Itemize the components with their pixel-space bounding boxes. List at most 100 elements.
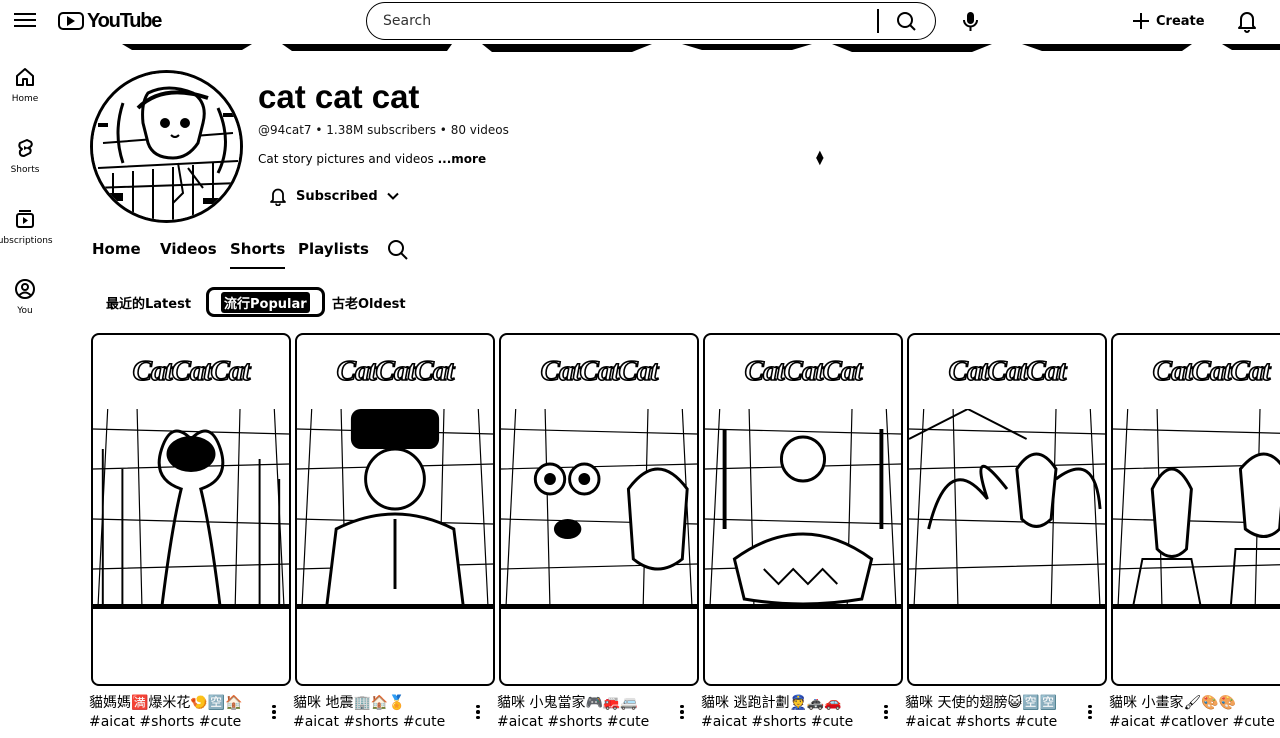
thumbnail-brand-text: CatCatCat — [948, 354, 1067, 388]
rail-label: Subscriptions — [0, 236, 53, 246]
channel-handle: @94cat7 — [258, 123, 312, 137]
bell-icon — [1238, 12, 1256, 33]
search-box — [366, 2, 936, 40]
short-hashtags: #aicat #catlover #cute — [1109, 714, 1275, 730]
short-card[interactable]: CatCatCat — [1111, 333, 1280, 686]
more-actions-icon[interactable] — [880, 700, 892, 724]
short-title[interactable]: 貓咪 天使的翅膀😺🈳🈳 #aicat #shorts #cute — [905, 694, 1080, 732]
sort-arrows-icon: ▲ ▼ — [816, 149, 824, 167]
short-title-line: 貓咪 小畫家🖌🎨🎨 — [1109, 695, 1237, 711]
home-icon — [16, 68, 34, 86]
more-actions-icon[interactable] — [1084, 700, 1096, 724]
short-hashtags: #aicat #shorts #cute — [89, 714, 242, 730]
short-title[interactable]: 貓咪 逃跑計劃👮🚓🚗 #aicat #shorts #cute — [701, 694, 876, 732]
tab-playlists[interactable]: Playlists — [298, 240, 369, 258]
short-title[interactable]: 貓咪 小畫家🖌🎨🎨 #aicat #catlover #cute — [1109, 694, 1280, 732]
short-title-line: 貓媽媽🈵爆米花🍤🈳🏠 — [89, 695, 243, 711]
rail-label: Shorts — [10, 165, 40, 175]
short-thumbnail — [297, 409, 493, 609]
channel-meta: @94cat7 • 1.38M subscribers • 80 videos — [258, 123, 509, 137]
channel-title: cat cat cat — [258, 78, 420, 115]
chip-popular[interactable]: 流行Popular — [206, 287, 325, 317]
chip-latest[interactable]: 最近的Latest — [94, 287, 203, 317]
chip-label: 最近的Latest — [106, 296, 192, 312]
search-button[interactable] — [889, 7, 925, 35]
short-thumbnail — [909, 409, 1105, 609]
thumbnail-brand-text: CatCatCat — [540, 354, 659, 388]
chip-label: 流行Popular — [221, 291, 310, 313]
channel-avatar-image — [93, 73, 240, 220]
tab-shorts[interactable]: Shorts — [230, 240, 286, 269]
subscriptions-icon — [16, 210, 34, 228]
subscribed-label: Subscribed — [296, 188, 378, 204]
short-title-line: 貓咪 天使的翅膀😺🈳🈳 — [905, 695, 1057, 711]
rail-item-you[interactable]: You — [0, 278, 50, 316]
more-actions-icon[interactable] — [268, 700, 280, 724]
short-thumbnail — [501, 409, 697, 609]
tab-videos[interactable]: Videos — [160, 240, 217, 258]
search-icon — [388, 240, 408, 260]
tab-home[interactable]: Home — [92, 240, 141, 258]
menu-icon[interactable] — [14, 10, 36, 30]
logo-text: YouTube — [87, 9, 162, 32]
thumbnail-brand-text: CatCatCat — [132, 354, 251, 388]
short-thumbnail — [93, 409, 289, 609]
youtube-logo[interactable]: YouTube — [58, 9, 162, 33]
notifications-button[interactable] — [1234, 8, 1260, 34]
short-title[interactable]: 貓媽媽🈵爆米花🍤🈳🏠 #aicat #shorts #cute — [89, 694, 264, 732]
short-title[interactable]: 貓咪 小鬼當家🎮🚒🚐 #aicat #shorts #cute — [497, 694, 672, 732]
rail-item-shorts[interactable]: Shorts — [0, 137, 50, 175]
plus-icon — [1133, 13, 1149, 29]
rail-item-home[interactable]: Home — [0, 66, 50, 104]
meta-separator: • — [315, 123, 327, 137]
rail-item-subscriptions[interactable]: Subscriptions — [0, 208, 53, 246]
channel-search-button[interactable] — [386, 238, 410, 262]
channel-banner — [92, 44, 1280, 53]
video-count: 80 videos — [450, 123, 509, 137]
voice-search-button[interactable] — [956, 6, 986, 36]
search-icon — [897, 12, 916, 31]
meta-separator: • — [439, 123, 451, 137]
you-icon — [15, 279, 35, 299]
thumbnail-brand-text: CatCatCat — [1152, 354, 1271, 388]
short-card[interactable]: CatCatCat — [295, 333, 495, 686]
youtube-play-icon — [58, 12, 84, 30]
short-card[interactable]: CatCatCat — [499, 333, 699, 686]
short-title-line: 貓咪 小鬼當家🎮🚒🚐 — [497, 695, 638, 711]
subscriber-count: 1.38M subscribers — [326, 123, 436, 137]
rail-label: You — [17, 306, 33, 316]
shorts-icon — [18, 139, 33, 157]
create-label: Create — [1156, 13, 1205, 29]
rail-label: Home — [11, 94, 39, 104]
short-thumbnail — [1113, 409, 1280, 609]
short-hashtags: #aicat #shorts #cute — [701, 714, 854, 730]
more-actions-icon[interactable] — [676, 700, 688, 724]
short-title-line: 貓咪 地震🏢🏠🏅 — [293, 695, 406, 711]
short-hashtags: #aicat #shorts #cute — [497, 714, 650, 730]
short-thumbnail — [705, 409, 901, 609]
masthead: YouTube Create — [0, 0, 1280, 42]
description-text: Cat story pictures and videos — [258, 152, 438, 166]
channel-description[interactable]: Cat story pictures and videos ...more — [258, 152, 486, 166]
short-card[interactable]: CatCatCat — [703, 333, 903, 686]
search-input[interactable] — [381, 9, 861, 33]
short-title[interactable]: 貓咪 地震🏢🏠🏅 #aicat #shorts #cute — [293, 694, 468, 732]
search-divider — [877, 9, 879, 33]
short-card[interactable]: CatCatCat — [91, 333, 291, 686]
chip-oldest[interactable]: 古老Oldest — [320, 287, 418, 317]
thumbnail-brand-text: CatCatCat — [744, 354, 863, 388]
create-button[interactable]: Create — [1132, 7, 1205, 35]
short-hashtags: #aicat #shorts #cute — [293, 714, 446, 730]
chevron-down-icon — [386, 192, 399, 200]
short-hashtags: #aicat #shorts #cute — [905, 714, 1058, 730]
short-card[interactable]: CatCatCat — [907, 333, 1107, 686]
more-link[interactable]: ...more — [438, 152, 486, 166]
chip-label: 古老Oldest — [332, 296, 406, 312]
channel-avatar[interactable] — [90, 70, 243, 223]
microphone-icon — [963, 12, 978, 31]
more-actions-icon[interactable] — [472, 700, 484, 724]
subscribed-button[interactable]: Subscribed — [268, 184, 400, 208]
short-title-line: 貓咪 逃跑計劃👮🚓🚗 — [701, 695, 842, 711]
thumbnail-brand-text: CatCatCat — [336, 354, 455, 388]
bell-icon — [270, 188, 286, 206]
